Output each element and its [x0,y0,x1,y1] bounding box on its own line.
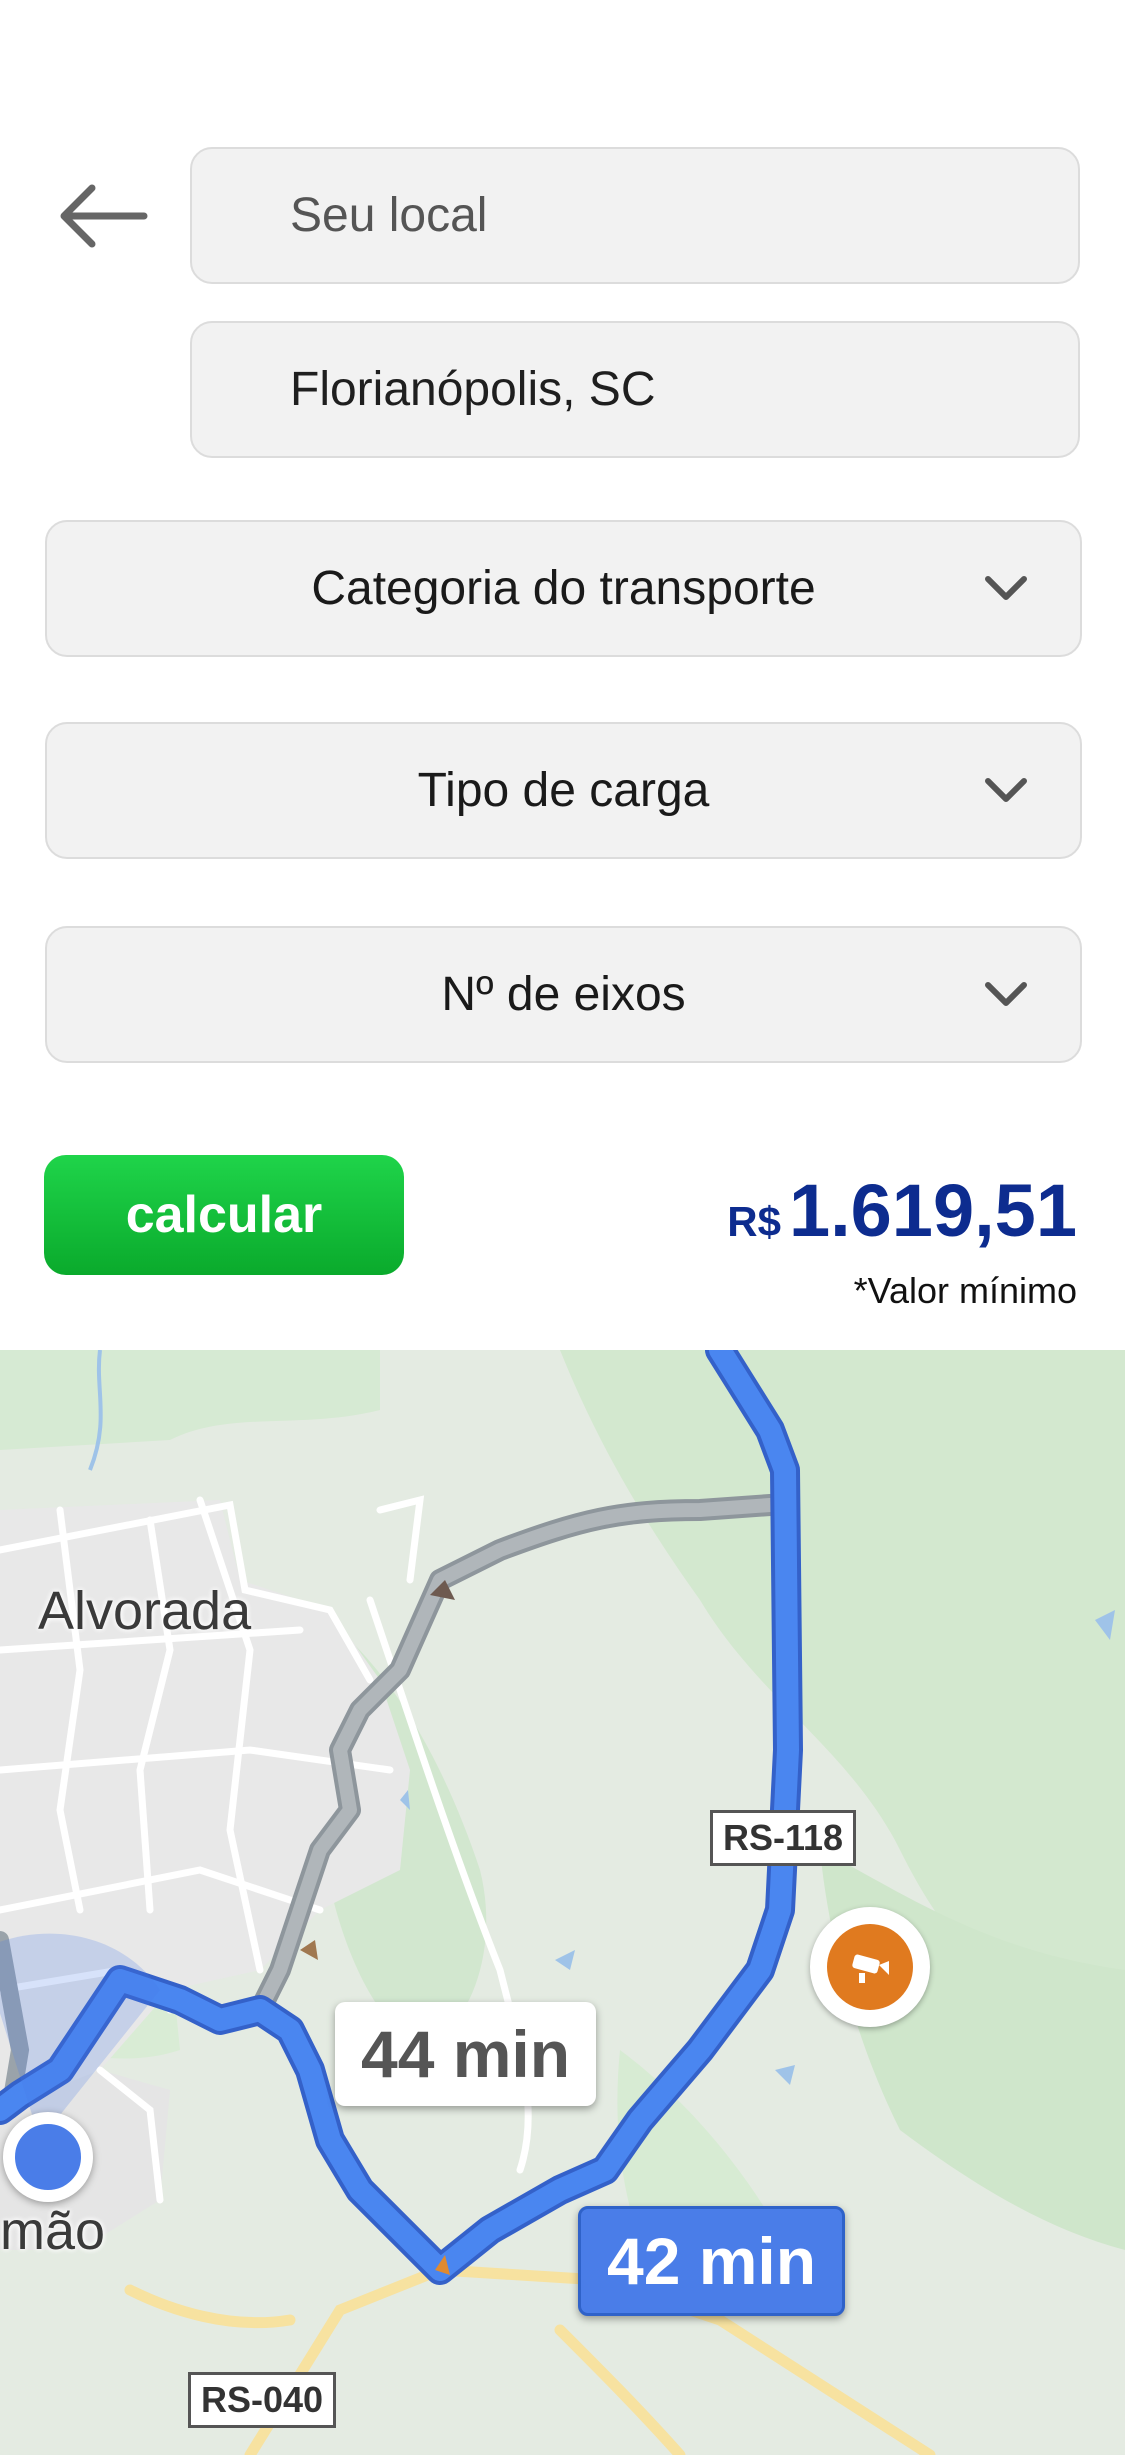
chevron-down-icon [985,981,1027,1006]
axles-label: Nº de eixos [441,968,686,1021]
place-label-partial-city: mão [0,2201,106,2261]
transport-category-select[interactable]: Categoria do transporte [45,520,1082,657]
destination-input[interactable] [192,323,1078,456]
speed-camera-icon[interactable] [810,1907,930,2027]
route-map[interactable]: Alvorada mão RS-118 RS-040 [0,1350,1125,2455]
destination-field[interactable] [190,321,1080,458]
alternative-route-time[interactable]: 44 min [335,2002,597,2106]
chevron-down-icon [985,777,1027,802]
map-canvas [0,1350,1125,2455]
origin-field[interactable] [190,147,1080,284]
cargo-type-select[interactable]: Tipo de carga [45,722,1082,859]
price-result: R$ 1.619,51 [727,1168,1077,1253]
place-label-alvorada: Alvorada [38,1581,252,1641]
route-form: Categoria do transporte Tipo de carga Nº… [0,0,1125,1350]
price-note: *Valor mínimo [853,1270,1077,1311]
transport-category-label: Categoria do transporte [311,562,816,615]
origin-input[interactable] [192,149,1078,282]
main-route-time[interactable]: 42 min [578,2206,846,2316]
price-currency: R$ [727,1198,781,1245]
road-shield-rs040: RS-040 [188,2372,337,2428]
current-location-icon[interactable] [3,2112,93,2202]
back-arrow-icon[interactable] [52,176,152,256]
chevron-down-icon [985,575,1027,600]
road-shield-rs118: RS-118 [710,1810,857,1866]
calculate-button[interactable]: calcular [44,1155,404,1275]
price-value: 1.619,51 [788,1169,1077,1252]
axles-select[interactable]: Nº de eixos [45,926,1082,1063]
cargo-type-label: Tipo de carga [417,764,710,817]
